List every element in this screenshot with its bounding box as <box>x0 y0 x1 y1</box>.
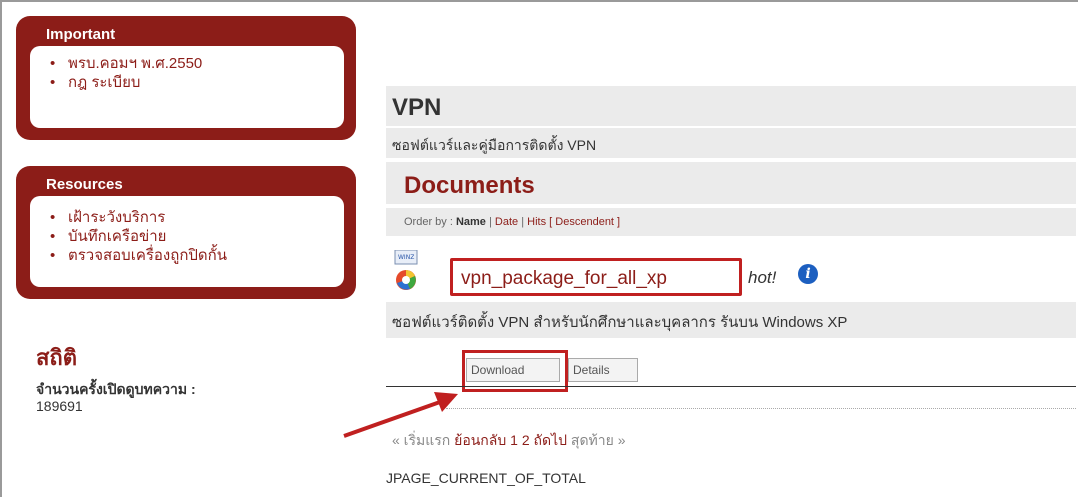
order-name: Name <box>455 216 486 228</box>
file-icon-label: WINZ <box>398 254 414 261</box>
order-sep: | <box>489 216 492 228</box>
order-bar: Order by : Name | Date | Hits [ Descende… <box>386 208 1076 236</box>
order-hits-link[interactable]: Hits <box>527 216 546 228</box>
important-list-container: พรบ.คอมฯ พ.ศ.2550 กฎ ระเบียบ <box>30 46 344 128</box>
important-item-computer-act[interactable]: พรบ.คอมฯ พ.ศ.2550 <box>48 54 334 73</box>
details-button[interactable]: Details <box>568 358 638 382</box>
resources-item-monitoring[interactable]: เฝ้าระวังบริการ <box>48 208 334 227</box>
resources-box: Resources เฝ้าระวังบริการ บันทึกเครือข่า… <box>16 166 356 299</box>
red-arrow-annotation <box>343 392 458 438</box>
important-list: พรบ.คอมฯ พ.ศ.2550 กฎ ระเบียบ <box>48 54 334 92</box>
stats-value: 189691 <box>36 398 83 414</box>
order-sep: | <box>521 216 525 228</box>
important-title: Important <box>46 26 116 43</box>
important-box: Important พรบ.คอมฯ พ.ศ.2550 กฎ ระเบียบ <box>16 16 356 140</box>
page-status: JPAGE_CURRENT_OF_TOTAL <box>386 470 586 486</box>
category-description: ซอฟต์แวร์และคู่มือการติดตั้ง VPN <box>386 128 1076 158</box>
dotted-divider <box>446 408 1076 409</box>
stats-title: สถิติ <box>36 345 78 370</box>
order-descendent-link[interactable]: [ Descendent ] <box>549 216 620 228</box>
resources-item-network-log[interactable]: บันทึกเครือข่าย <box>48 227 334 246</box>
resources-list: เฝ้าระวังบริการ บันทึกเครือข่าย ตรวจสอบเ… <box>48 204 334 265</box>
resources-title: Resources <box>46 176 123 193</box>
pager-last[interactable]: สุดท้าย » <box>571 432 626 448</box>
order-label: Order by : <box>404 216 453 228</box>
resources-list-container: เฝ้าระวังบริการ บันทึกเครือข่าย ตรวจสอบเ… <box>30 196 344 287</box>
category-title: VPN <box>386 86 1076 126</box>
document-description: ซอฟต์แวร์ติดตั้ง VPN สำหรับนักศึกษาและบุ… <box>386 302 1076 338</box>
order-date-link[interactable]: Date <box>495 216 518 228</box>
documents-title: Documents <box>386 162 1076 204</box>
pager-next[interactable]: ถัดไป <box>534 432 568 448</box>
info-icon[interactable]: i <box>798 264 818 284</box>
resources-item-blocked-check[interactable]: ตรวจสอบเครื่องถูกปิดกั้น <box>48 246 334 265</box>
pager-page-2[interactable]: 2 <box>522 432 530 448</box>
document-link[interactable]: vpn_package_for_all_xp <box>450 258 742 296</box>
main-content: VPN ซอฟต์แวร์และคู่มือการติดตั้ง VPN Doc… <box>386 0 1078 497</box>
download-button[interactable]: Download <box>466 358 560 382</box>
pager-page-1[interactable]: 1 <box>510 432 518 448</box>
winzip-file-icon: WINZ <box>394 250 418 290</box>
hot-badge: hot! <box>748 268 777 287</box>
document-row: WINZ vpn_package_for_all_xp hot! i <box>386 246 1076 296</box>
divider <box>386 386 1076 387</box>
important-item-regulations[interactable]: กฎ ระเบียบ <box>48 73 334 92</box>
